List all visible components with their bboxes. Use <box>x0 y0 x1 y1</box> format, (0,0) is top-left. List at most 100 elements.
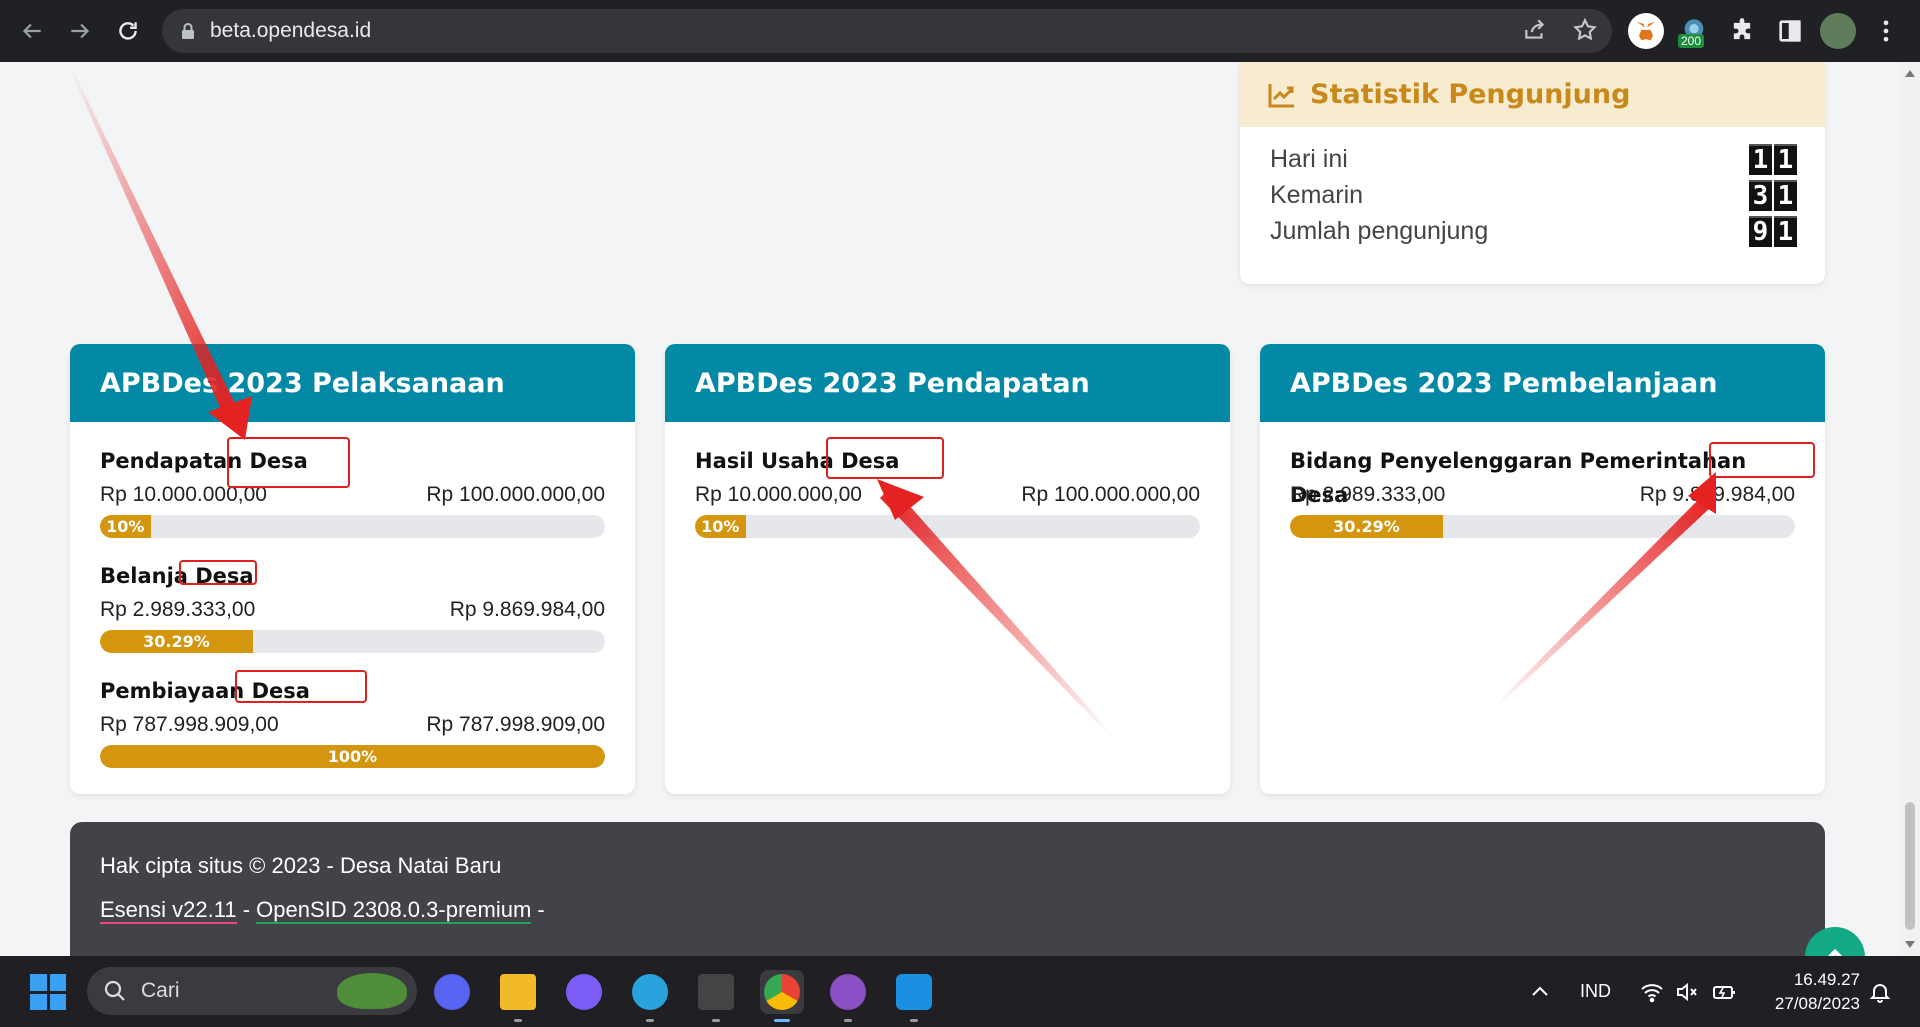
theme-link[interactable]: Esensi v22.11 <box>100 897 237 924</box>
statistik-row-label: Kemarin <box>1270 180 1364 209</box>
opensid-link[interactable]: OpenSID 2308.0.3-premium <box>256 897 532 924</box>
search-placeholder: Cari <box>141 979 180 1002</box>
card-title: APBDes 2023 Pendapatan <box>695 367 1090 399</box>
progress-fill: 10% <box>100 515 151 538</box>
side-panel-icon[interactable] <box>1772 13 1808 49</box>
highlight-box <box>826 437 944 479</box>
page-viewport: Statistik Pengunjung Hari ini 1 1 Kemarin … <box>0 62 1920 956</box>
apbdes-pendapatan-card: APBDes 2023 Pendapatan Hasil Usaha Desa … <box>665 344 1230 794</box>
language-indicator[interactable]: IND <box>1580 956 1611 1027</box>
card-header: APBDes 2023 Pembelanjaan <box>1260 344 1825 422</box>
notification-bell-icon[interactable] <box>1868 956 1892 1027</box>
footer-copyright: Hak cipta situs © 2023 - Desa Natai Baru <box>100 853 502 878</box>
github-desktop-app-icon[interactable] <box>826 970 870 1022</box>
statistik-title: Statistik Pengunjung <box>1310 79 1631 110</box>
windows-start-icon[interactable] <box>30 974 66 1010</box>
share-icon[interactable] <box>1522 17 1548 43</box>
item-anggaran: Rp 787.998.909,00 <box>426 713 605 736</box>
statistik-row: Kemarin 31 <box>1240 177 1825 213</box>
scroll-up-arrow[interactable] <box>1905 70 1915 77</box>
messenger-app-icon[interactable] <box>562 970 606 1014</box>
highlight-box <box>1709 442 1815 478</box>
taskbar-clock[interactable]: 16.49.27 27/08/2023 <box>1755 968 1860 1016</box>
item-name: Pendapatan Desa <box>100 449 308 473</box>
metamask-extension-icon[interactable] <box>1628 13 1664 49</box>
apbdes-item: Belanja Desa Rp 2.989.333,00 Rp 9.869.98… <box>100 559 605 653</box>
browser-toolbar: beta.opendesa.id 200 <box>0 0 1920 62</box>
highlight-box <box>235 670 367 703</box>
item-realisasi: Rp 2.989.333,00 <box>100 598 256 621</box>
highlight-box <box>179 560 257 585</box>
apbdes-pembelanjaan-card: APBDes 2023 Pembelanjaan Bidang Penyelen… <box>1260 344 1825 794</box>
progress-fill: 10% <box>695 515 746 538</box>
clock-time: 16.49.27 <box>1793 970 1860 989</box>
progress-bar: 30.29% <box>1290 515 1795 538</box>
footer-separator: - <box>236 897 257 922</box>
progress-fill: 100% <box>100 745 605 768</box>
terminal-app-icon[interactable] <box>694 970 738 1022</box>
card-title: APBDes 2023 Pembelanjaan <box>1290 367 1718 399</box>
footer-credits: Esensi v22.11 - OpenSID 2308.0.3-premium… <box>100 890 1795 930</box>
statistik-row-label: Jumlah pengunjung <box>1270 216 1489 245</box>
battery-charging-icon[interactable] <box>1712 956 1736 1027</box>
card-header: APBDes 2023 Pendapatan <box>665 344 1230 422</box>
progress-bar: 10% <box>695 515 1200 538</box>
item-anggaran: Rp 100.000.000,00 <box>1021 483 1200 506</box>
counter-digit: 1 <box>1774 215 1797 247</box>
telegram-app-icon[interactable] <box>628 970 672 1022</box>
search-icon <box>104 980 125 1001</box>
counter-digit: 1 <box>1774 179 1797 211</box>
progress-fill: 30.29% <box>1290 515 1443 538</box>
extensions-puzzle-icon[interactable] <box>1724 13 1760 49</box>
volume-muted-icon[interactable] <box>1675 956 1699 1027</box>
windows-taskbar: Cari IND 16.49.27 27/08/2023 <box>0 956 1920 1027</box>
progress-bar: 10% <box>100 515 605 538</box>
reload-icon[interactable] <box>108 11 148 51</box>
profile-avatar[interactable] <box>1820 13 1856 49</box>
apbdes-item: Pendapatan Desa Rp 10.000.000,00 Rp 100.… <box>100 444 605 538</box>
counter-digit: 1 <box>1749 143 1772 175</box>
scrollbar-thumb[interactable] <box>1905 802 1915 930</box>
apbdes-item: Hasil Usaha Desa Rp 10.000.000,00 Rp 100… <box>695 444 1200 538</box>
kebab-menu-icon[interactable] <box>1868 13 1904 49</box>
bookmark-star-icon[interactable] <box>1572 17 1598 43</box>
search-highlight-image <box>337 973 407 1009</box>
file-explorer-app-icon[interactable] <box>496 970 540 1022</box>
line-chart-icon <box>1268 83 1294 107</box>
tray-chevron-up-icon[interactable] <box>1528 956 1552 1027</box>
vscode-app-icon[interactable] <box>892 970 936 1022</box>
scroll-down-arrow[interactable] <box>1905 941 1915 948</box>
progress-bar: 100% <box>100 745 605 768</box>
item-realisasi: Rp 2.989.333,00 <box>1290 483 1446 506</box>
wifi-icon[interactable] <box>1640 956 1664 1027</box>
visitor-counter: 91 <box>1749 215 1797 247</box>
counter-digit: 1 <box>1774 143 1797 175</box>
item-name: Belanja Desa <box>100 564 254 588</box>
address-bar[interactable]: beta.opendesa.id <box>162 9 1612 53</box>
highlight-box <box>227 437 350 488</box>
item-anggaran: Rp 9.869.984,00 <box>449 598 605 621</box>
site-footer: Hak cipta situs © 2023 - Desa Natai Baru… <box>70 822 1825 956</box>
statistik-header: Statistik Pengunjung <box>1240 62 1825 127</box>
statistik-pengunjung-card: Statistik Pengunjung Hari ini 1 1 Kemarin … <box>1240 62 1825 284</box>
page-scrollbar[interactable] <box>1900 62 1920 956</box>
progress-fill: 30.29% <box>100 630 253 653</box>
counter-digit: 9 <box>1749 215 1772 247</box>
forward-icon[interactable] <box>60 11 100 51</box>
card-title: APBDes 2023 Pelaksanaan <box>100 367 505 399</box>
extension-badge: 200 <box>1678 34 1705 48</box>
progress-bar: 30.29% <box>100 630 605 653</box>
chrome-app-icon[interactable] <box>760 970 804 1022</box>
discord-app-icon[interactable] <box>430 970 474 1014</box>
statistik-row-label: Hari ini <box>1270 144 1348 173</box>
statistik-row: Hari ini 11 <box>1240 141 1825 177</box>
item-name: Hasil Usaha Desa <box>695 449 900 473</box>
item-realisasi: Rp 10.000.000,00 <box>695 483 862 506</box>
item-realisasi: Rp 787.998.909,00 <box>100 713 279 736</box>
clock-date: 27/08/2023 <box>1774 994 1860 1013</box>
back-icon[interactable] <box>12 11 52 51</box>
item-anggaran: Rp 9.869.984,00 <box>1639 483 1795 506</box>
card-header: APBDes 2023 Pelaksanaan <box>70 344 635 422</box>
lock-icon <box>182 23 194 39</box>
taskbar-search[interactable]: Cari <box>87 967 417 1015</box>
